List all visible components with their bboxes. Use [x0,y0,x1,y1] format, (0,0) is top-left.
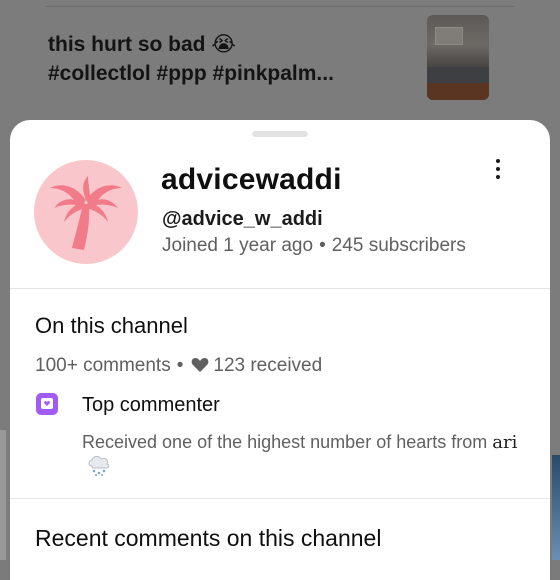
separator: • [319,235,326,256]
joined-date: Joined 1 year ago [162,235,314,256]
channel-activity-stats: 100+ comments • 123 received [35,355,322,377]
divider [46,6,514,7]
comment-count: 100+ comments [35,355,171,376]
subscriber-count: 245 subscribers [331,235,466,256]
channel-info-sheet: advicewaddi @advice_w_addi Joined 1 year… [10,120,550,580]
background-edge [552,455,560,560]
comment-text-line: this hurt so bad 😭 [48,33,236,56]
background-edge [0,430,6,560]
badge-description: Received one of the highest number of he… [82,431,542,482]
picture-frame [435,27,463,45]
divider [10,498,550,499]
comment-text-line: #collectlol #ppp #pinkpalm... [48,62,334,85]
channel-handle: @advice_w_addi [162,208,323,230]
top-commenter-icon [36,393,58,415]
channel-meta: Joined 1 year ago • 245 subscribers [162,235,466,257]
hearts-received: 123 received [213,355,323,376]
palm-tree-icon [50,176,122,250]
room-photo-thumbnail[interactable] [427,15,489,100]
sofa [427,67,489,83]
background-comment-text[interactable]: this hurt so bad 😭 #collectlol #ppp #pin… [48,30,398,88]
badge-title: Top commenter [82,394,220,416]
channel-name: advicewaddi [161,163,342,196]
divider [10,288,550,289]
section-title: Recent comments on this channel [35,525,382,551]
drag-handle[interactable] [252,131,308,137]
floor [427,83,489,100]
snow-cloud-icon [86,454,112,482]
section-title: On this channel [35,313,188,338]
avatar[interactable] [34,160,138,264]
badge-description-text: Received one of the highest number of he… [82,432,488,452]
badge-from-name: ari [492,432,518,453]
heart-icon [192,358,209,372]
more-vert-icon[interactable] [486,156,510,184]
separator: • [176,355,184,376]
